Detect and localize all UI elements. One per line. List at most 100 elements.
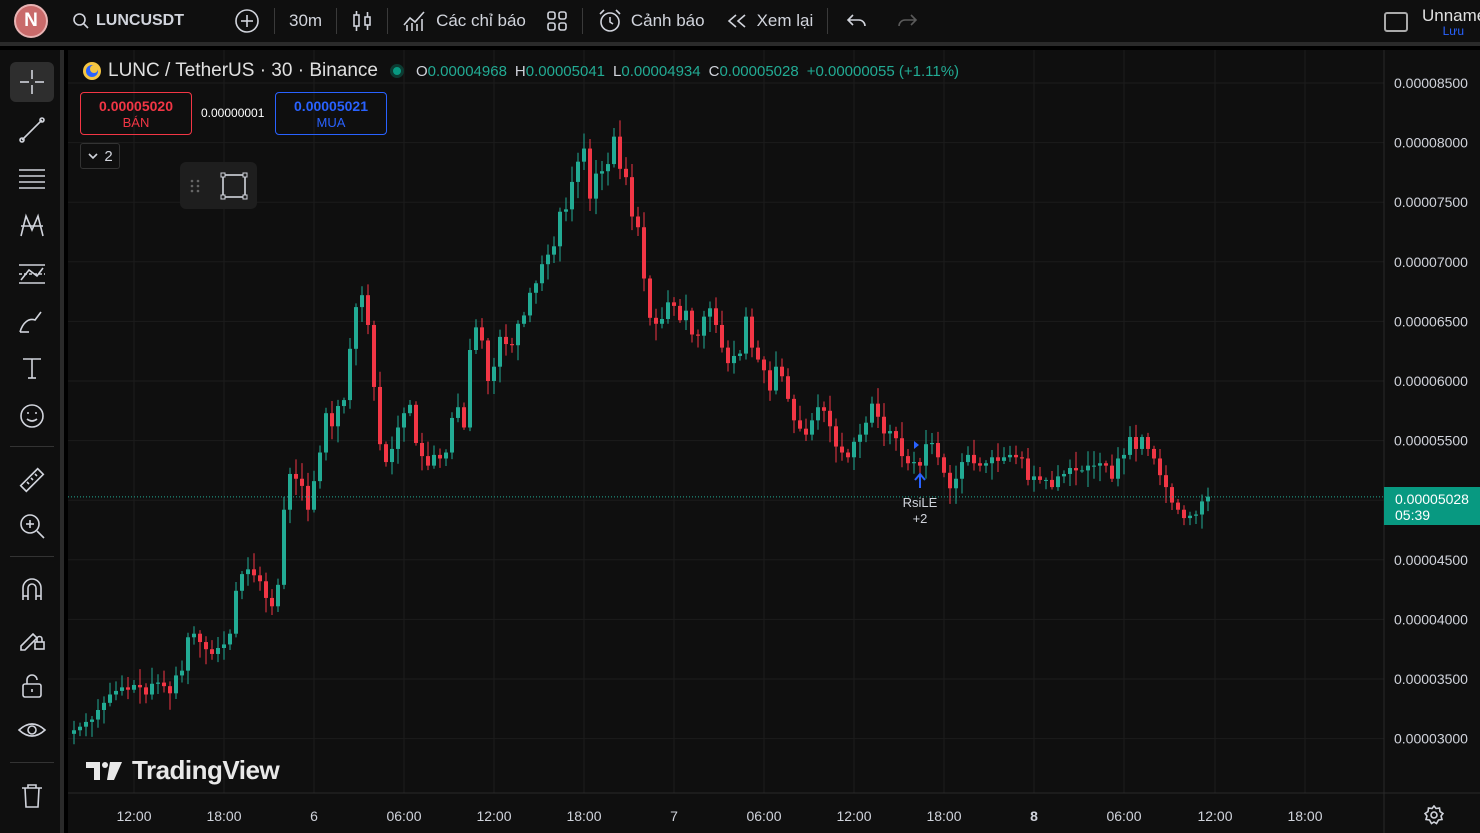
candle-body [588,148,592,199]
chart-pane[interactable]: 0.00008500 0.00008000 0.00007500 0.00007000… [68,50,1480,833]
candle-body [1134,437,1138,449]
candle-body [1032,476,1036,480]
compare-symbol-button[interactable] [224,0,270,44]
signal-name: RsiLE [902,495,938,510]
candle-body [408,404,412,414]
candle-body [570,181,574,210]
redo-icon [898,14,918,27]
candle-body [234,590,238,634]
candle-body [156,682,160,684]
text-tool[interactable] [10,348,54,388]
fib-tool[interactable] [10,158,54,198]
indicators-button[interactable]: Các chỉ báo [392,0,536,44]
lock-drawings-tool[interactable] [10,618,54,658]
indicators-toggle[interactable]: 2 [80,143,120,169]
candle-body [876,403,880,417]
candle-body [174,675,178,694]
candle-body [834,426,838,447]
candle-body [714,308,718,325]
divider [10,446,54,447]
candle-body [342,400,346,407]
current-price-value: 0.00005028 [1395,490,1469,507]
candle-body [582,148,586,162]
brush-tool[interactable] [10,302,54,342]
close-key: C [708,62,720,80]
candle-body [552,246,556,255]
redo-button[interactable] [882,0,932,44]
candle-body [720,324,724,348]
undo-button[interactable] [832,0,882,44]
candle-body [690,310,694,335]
zoom-in-tool[interactable] [10,506,54,546]
candle-body [1140,437,1144,449]
candle-body [414,404,418,443]
user-avatar[interactable]: N [14,4,48,38]
candle-body [924,444,928,466]
emoji-tool[interactable] [10,396,54,436]
candle-body [558,211,562,247]
sell-button[interactable]: 0.00005020 BÁN [80,92,192,135]
candle-body [762,359,766,371]
candle-body [216,648,220,654]
templates-button[interactable] [536,0,578,44]
save-layout-link[interactable]: Lưu [1443,24,1464,38]
candle-body [270,597,274,607]
remove-drawings-tool[interactable] [10,776,54,816]
lock-tool[interactable] [10,666,54,706]
interval-button[interactable]: 30m [279,0,332,44]
buy-button[interactable]: 0.00005021 MUA [275,92,387,135]
rectangle-select-icon[interactable] [218,170,250,202]
candle-body [222,644,226,649]
magnet-tool[interactable] [10,570,54,610]
strategy-signal-label[interactable]: RsiLE +2 [898,495,942,527]
candle-body [1050,479,1054,488]
candle-body [1182,509,1186,519]
candle-body [1080,470,1084,472]
trend-line-tool[interactable] [10,110,54,150]
candle-body [888,431,892,434]
tradingview-logo[interactable]: TradingView [84,755,280,786]
price-tick-label: 0.00003000 [1394,731,1468,747]
candle-body [972,454,976,464]
candle-body [132,684,136,690]
candle-body [1128,437,1132,455]
candle-body [108,694,112,703]
measure-tool[interactable] [10,460,54,500]
alerts-button[interactable]: Cảnh báo [587,0,715,44]
search-icon [73,13,89,29]
crosshair-tool[interactable] [10,62,54,102]
candle-body [798,420,802,429]
symbol-title[interactable]: LUNC / TetherUS · 30 · Binance [108,60,378,82]
candle-body [258,575,262,582]
candle-body [168,686,172,694]
text-icon [23,358,41,379]
candle-body [1068,468,1072,474]
candle-body [780,366,784,377]
prediction-tool[interactable] [10,254,54,294]
candle-body [402,413,406,428]
gear-icon[interactable] [1424,805,1444,825]
candle-body [420,442,424,457]
drag-handle-icon[interactable] [188,176,202,196]
candle-body [996,457,1000,461]
divider [387,8,389,34]
candle-body [510,344,514,346]
candle-body [666,302,670,320]
candle-body [78,726,82,731]
layout-select-icon[interactable] [1384,12,1408,32]
candlestick-chart[interactable]: 0.00008500 0.00008000 0.00007500 0.00007000… [68,50,1480,833]
candle-body [210,649,214,654]
replay-button[interactable]: Xem lại [715,0,824,44]
chart-type-button[interactable] [341,0,383,44]
candle-body [336,406,340,427]
candle-body [966,454,970,463]
pattern-tool[interactable] [10,206,54,246]
hide-drawings-tool[interactable] [10,710,54,750]
candle-body [348,348,352,401]
ruler-icon [19,467,45,493]
symbol-search-button[interactable]: LUNCUSDT [62,0,224,44]
layout-name[interactable]: Unnamed [1422,6,1480,26]
candle-body [642,227,646,279]
candle-body [1194,514,1198,516]
divider [827,8,829,34]
